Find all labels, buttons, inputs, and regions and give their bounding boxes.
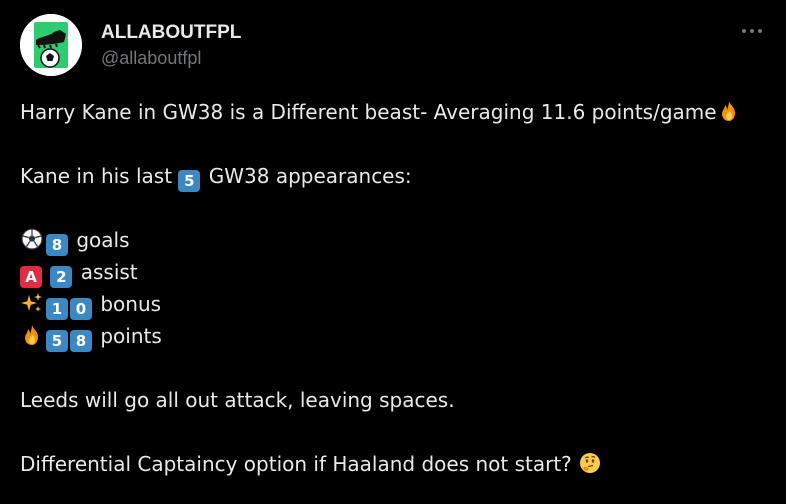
keycap-digit: 5	[46, 330, 68, 352]
avatar[interactable]	[20, 14, 82, 76]
stat-goals: 8 goals	[20, 224, 770, 256]
tweet-line-headline: Harry Kane in GW38 is a Different beast-…	[20, 96, 770, 128]
letter-a-icon: A	[20, 266, 42, 288]
more-options-icon[interactable]	[738, 20, 766, 40]
keycap-digit: 8	[70, 330, 92, 352]
keycap-5-icon: 5	[178, 170, 201, 192]
stat-bonus: 10 bonus	[20, 288, 770, 320]
keycap-digit: 8	[46, 234, 68, 256]
stat-label: assist	[80, 260, 138, 284]
keycap-digit: 0	[70, 298, 92, 320]
tweet-line-captaincy: Differential Captaincy option if Haaland…	[20, 448, 770, 480]
stat-label: points	[100, 324, 162, 348]
tweet-text: Harry Kane in GW38 is a Different beast-…	[20, 96, 770, 480]
stat-label: bonus	[100, 292, 162, 316]
tweet-line-leeds: Leeds will go all out attack, leaving sp…	[20, 384, 770, 416]
thinking-face-icon	[578, 451, 602, 475]
captaincy-text: Differential Captaincy option if Haaland…	[20, 452, 579, 476]
stat-label: goals	[76, 228, 130, 252]
football-boot-logo-icon	[20, 14, 82, 76]
stat-points: 58 points	[20, 320, 770, 352]
leeds-text: Leeds will go all out attack, leaving sp…	[20, 388, 455, 412]
appearances-text-start: Kane in his last	[20, 164, 179, 188]
display-name[interactable]: ALLABOUTFPL	[101, 22, 241, 44]
author-names: ALLABOUTFPL @allaboutfpl	[101, 22, 241, 70]
fire-icon	[20, 323, 44, 347]
fire-icon	[717, 99, 741, 123]
tweet-line-appearances: Kane in his last 5 GW38 appearances:	[20, 160, 770, 192]
tweet-card[interactable]: ALLABOUTFPL @allaboutfpl Harry Kane in G…	[0, 0, 786, 504]
keycap-digit: 1	[46, 298, 68, 320]
headline-text: Harry Kane in GW38 is a Different beast-…	[20, 100, 717, 124]
tweet-header: ALLABOUTFPL @allaboutfpl	[20, 14, 766, 76]
keycap-digit: 2	[50, 266, 73, 288]
soccer-ball-icon	[20, 227, 44, 251]
sparkles-icon	[20, 291, 44, 315]
appearances-text-end: GW38 appearances:	[202, 164, 412, 188]
stat-assist: A 2 assist	[20, 256, 770, 288]
handle[interactable]: @allaboutfpl	[101, 46, 241, 70]
